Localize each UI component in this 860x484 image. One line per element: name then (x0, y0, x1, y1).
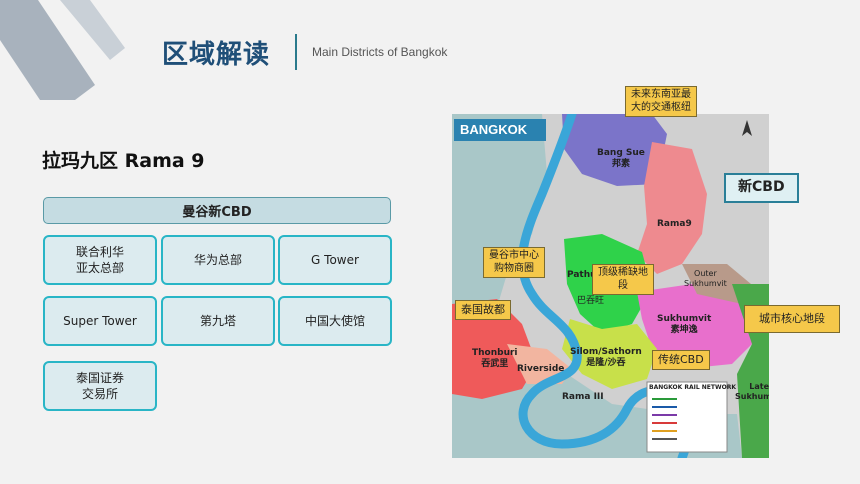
callout-transit-hub: 未来东南亚最 大的交通枢纽 (625, 86, 697, 117)
callout-city-center: 曼谷市中心 购物商圈 (483, 247, 545, 278)
tile-unilever: 联合利华 亚太总部 (43, 235, 157, 285)
label-outer-sukhumvit: Outer Sukhumvit (684, 269, 727, 288)
callout-traditional-cbd: 传统CBD (652, 350, 710, 370)
label-silom: Silom/Sathorn 是隆/沙吞 (570, 347, 642, 368)
label-central: 巴吞旺 (577, 296, 605, 306)
label-riverside: Riverside (517, 364, 565, 374)
label-sukhumvit: Sukhumvit 素坤逸 (657, 314, 712, 335)
tile-stock-exchange: 泰国证券 交易所 (43, 361, 157, 411)
callout-core-area: 城市核心地段 (744, 305, 840, 333)
label-late-sukhumvit: Late Sukhumvit (735, 382, 769, 401)
callout-luxury: 顶级稀缺地 段 (592, 264, 654, 295)
label-thonburi: Thonburi 吞武里 (472, 348, 518, 369)
label-rail-network: BANGKOK RAIL NETWORK (649, 384, 736, 391)
callout-new-cbd: 新CBD (724, 173, 799, 203)
label-bang-sue: Bang Sue 邦素 (597, 148, 645, 169)
tile-super-tower: Super Tower (43, 296, 157, 346)
page-subtitle: Main Districts of Bangkok (312, 45, 448, 59)
label-rama9: Rama9 (657, 219, 692, 229)
title-divider (295, 34, 297, 70)
district-heading: 拉玛九区 Rama 9 (42, 150, 205, 172)
label-rama3: Rama III (562, 392, 604, 402)
tile-huawei: 华为总部 (161, 235, 275, 285)
tile-china-embassy: 中国大使馆 (278, 296, 392, 346)
map-brand: BANGKOK (460, 122, 528, 137)
decorative-chevron-shape (0, 0, 125, 100)
tile-ninth-tower: 第九塔 (161, 296, 275, 346)
page-title: 区域解读 (162, 40, 271, 70)
callout-old-capital: 泰国故都 (455, 300, 511, 320)
cbd-header: 曼谷新CBD (43, 197, 391, 224)
tile-g-tower: G Tower (278, 235, 392, 285)
